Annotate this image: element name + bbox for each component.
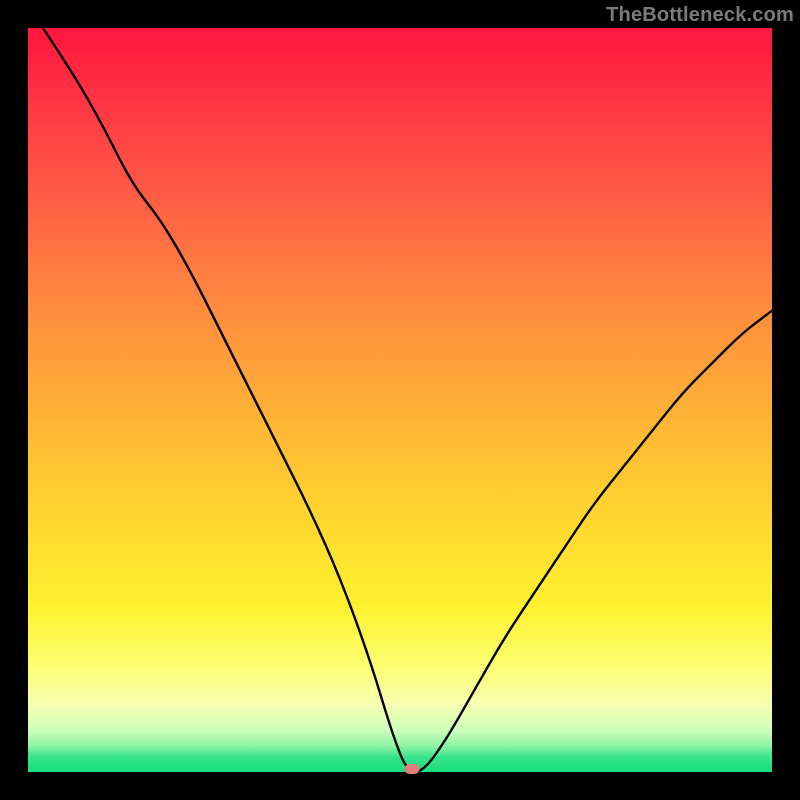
plot-area — [28, 28, 772, 772]
chart-frame: TheBottleneck.com — [0, 0, 800, 800]
optimum-marker — [404, 764, 419, 774]
bottleneck-curve — [28, 28, 772, 772]
watermark-text: TheBottleneck.com — [606, 4, 794, 27]
